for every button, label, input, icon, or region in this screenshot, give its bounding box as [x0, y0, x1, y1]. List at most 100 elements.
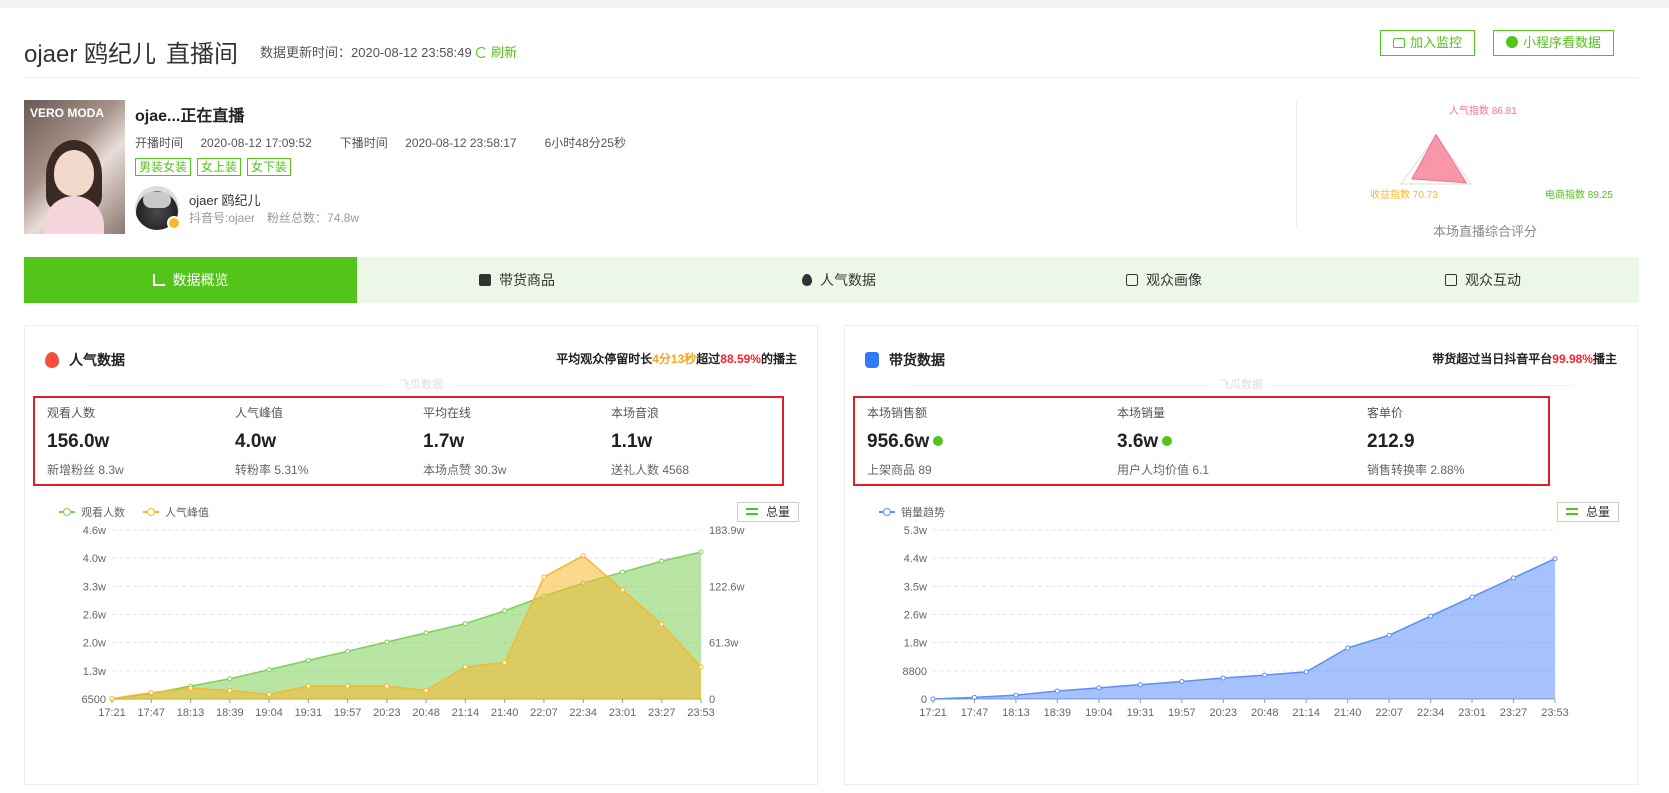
stat-value: 3.6w [1117, 431, 1297, 453]
stat-label: 人气峰值 [235, 406, 284, 420]
divider [1296, 100, 1297, 228]
x-tick-label: 22:34 [569, 707, 597, 719]
stat-label: 平均在线 [423, 406, 472, 420]
page: ojaer 鸥纪儿 直播间 数据更新时间：2020-08-12 23:58:49 … [0, 8, 1669, 793]
x-tick-label: 20:48 [1251, 707, 1279, 719]
popularity-stats: 观看人数 156.0w 新增粉丝 8.3w 人气峰值 4.0w 转粉率 5.31… [33, 396, 784, 486]
stat-label: 观看人数 [47, 406, 96, 420]
miniapp-data-label: 小程序看数据 [1523, 35, 1602, 50]
tab-popularity[interactable]: 人气数据 [677, 257, 1001, 303]
stat-value: 956.6w [867, 431, 1047, 453]
x-tick-label: 23:01 [1458, 707, 1486, 719]
x-tick-label: 19:04 [255, 707, 283, 719]
radar-chart [1400, 133, 1472, 185]
legend-peak[interactable]: 人气峰值 [143, 504, 209, 520]
x-tick-label: 19:57 [1168, 707, 1196, 719]
peak-series-point [580, 553, 586, 559]
x-tick-label: 20:23 [373, 707, 401, 719]
x-tick-label: 21:40 [1334, 707, 1362, 719]
tab-label: 带货商品 [499, 272, 555, 288]
sales-series-point [1386, 632, 1392, 638]
peak-series-point [148, 690, 154, 696]
end-time-label: 下播时间 [339, 136, 388, 150]
sales-chart: 0 8800 1.8w 2.6w 3.5w 4.4w 5.3w 17:21 17:47 18:13… [903, 526, 1569, 719]
tab-overview[interactable]: 数据概览 [24, 257, 357, 303]
audience-icon [1126, 274, 1138, 286]
x-tick-label: 23:27 [648, 707, 676, 719]
total-toggle-button[interactable]: 总量 [737, 502, 800, 522]
popularity-chart: 6500 1.3w 2.0w 2.6w 3.3w 4.0w 4.6w 0 61.3w 122.6w… [82, 526, 745, 719]
score-radar: 人气指数 86.81 收益指数 70.73 电商指数 89.25 本场直播综合评… [1309, 100, 1639, 239]
author-name[interactable]: ojaer 鸥纪儿 [189, 190, 261, 209]
x-tick-label: 23:53 [1541, 707, 1569, 719]
stat-viewers: 观看人数 156.0w 新增粉丝 8.3w [47, 404, 227, 478]
peak-series-point [659, 621, 665, 627]
tab-audience[interactable]: 观众画像 [1001, 257, 1327, 303]
viewers-series-point [423, 630, 429, 636]
popularity-title-text: 人气数据 [69, 352, 125, 368]
y-tick-label: 5.3w [904, 526, 927, 537]
legend-viewers[interactable]: 观看人数 [59, 504, 125, 520]
category-tag[interactable]: 女下装 [247, 158, 292, 176]
author-avatar[interactable] [135, 186, 181, 230]
score-title: 本场直播综合评分 [1433, 224, 1538, 239]
watermark: 飞瓜数据 [25, 376, 817, 392]
update-time-value: 2020-08-12 23:58:49 [351, 45, 472, 60]
total-toggle-button[interactable]: 总量 [1557, 502, 1620, 522]
peak-series-point [266, 691, 272, 697]
start-time: 开播时间 2020-08-12 17:09:52 [135, 136, 326, 150]
tab-interaction[interactable]: 观众互动 [1327, 257, 1639, 303]
sales-card: 带货数据 带货超过当日抖音平台99.98%播主 飞瓜数据 本场销售额 956.6… [844, 325, 1638, 785]
refresh-button[interactable]: 刷新 [476, 42, 517, 61]
category-tag[interactable]: 女上装 [197, 158, 242, 176]
y-tick-label: 2.0w [83, 638, 106, 650]
legend-marker [143, 508, 159, 516]
note-duration: 4分13秒 [652, 352, 697, 366]
stat-peak: 人气峰值 4.0w 转粉率 5.31% [235, 404, 415, 478]
end-time: 下播时间 2020-08-12 23:58:17 [340, 136, 531, 150]
stat-value-text: 956.6w [867, 431, 930, 452]
tab-label: 观众画像 [1146, 272, 1202, 288]
stat-value: 212.9 [1367, 431, 1415, 452]
header: ojaer 鸥纪儿 直播间 数据更新时间：2020-08-12 23:58:49 … [24, 8, 1639, 78]
x-tick-label: 17:21 [98, 707, 126, 719]
stat-value: 4.0w [235, 431, 277, 452]
watermark: 飞瓜数据 [845, 376, 1637, 392]
miniapp-icon [1506, 36, 1518, 48]
sales-series-area [933, 558, 1555, 699]
legend-sales-trend[interactable]: 销量趋势 [879, 504, 945, 520]
add-monitor-button[interactable]: 加入监控 [1380, 30, 1476, 56]
category-tag[interactable]: 男装女装 [135, 158, 192, 176]
start-time-value: 2020-08-12 17:09:52 [200, 136, 312, 150]
update-time-label: 数据更新时间： [260, 45, 352, 60]
verified-check-icon [933, 436, 944, 446]
interaction-icon [1445, 274, 1457, 286]
y-tick-label: 3.5w [904, 581, 927, 593]
popularity-card-title: 人气数据 [45, 350, 125, 370]
x-tick-label: 22:07 [1375, 707, 1403, 719]
x-tick-label: 19:31 [295, 707, 323, 719]
peak-series-point [305, 683, 311, 689]
miniapp-data-button[interactable]: 小程序看数据 [1493, 30, 1615, 56]
y-tick-label: 4.0w [83, 553, 106, 565]
bar-chart-icon [152, 274, 165, 286]
fire-icon [802, 274, 812, 286]
x-tick-label: 19:31 [1127, 707, 1155, 719]
stat-value: 1.1w [611, 431, 653, 452]
douyin-id: 抖音号:ojaer [189, 211, 256, 225]
refresh-icon [476, 47, 487, 58]
tab-label: 人气数据 [820, 272, 876, 288]
live-cover-image[interactable]: VERO MODA [24, 100, 125, 234]
revenue-index: 收益指数 70.73 [1370, 190, 1438, 201]
x-tick-label: 22:34 [1417, 707, 1445, 719]
note-text: 超过 [696, 352, 721, 366]
x-tick-label: 21:14 [452, 707, 480, 719]
cover-figure-face [54, 150, 94, 196]
x-tick-label: 21:40 [491, 707, 519, 719]
sales-series-point [1428, 613, 1434, 619]
shopping-bag-icon [479, 274, 491, 286]
tab-products[interactable]: 带货商品 [357, 257, 677, 303]
x-tick-label: 23:01 [609, 707, 637, 719]
sales-series-point [1096, 685, 1102, 691]
sales-series-point [971, 694, 977, 700]
